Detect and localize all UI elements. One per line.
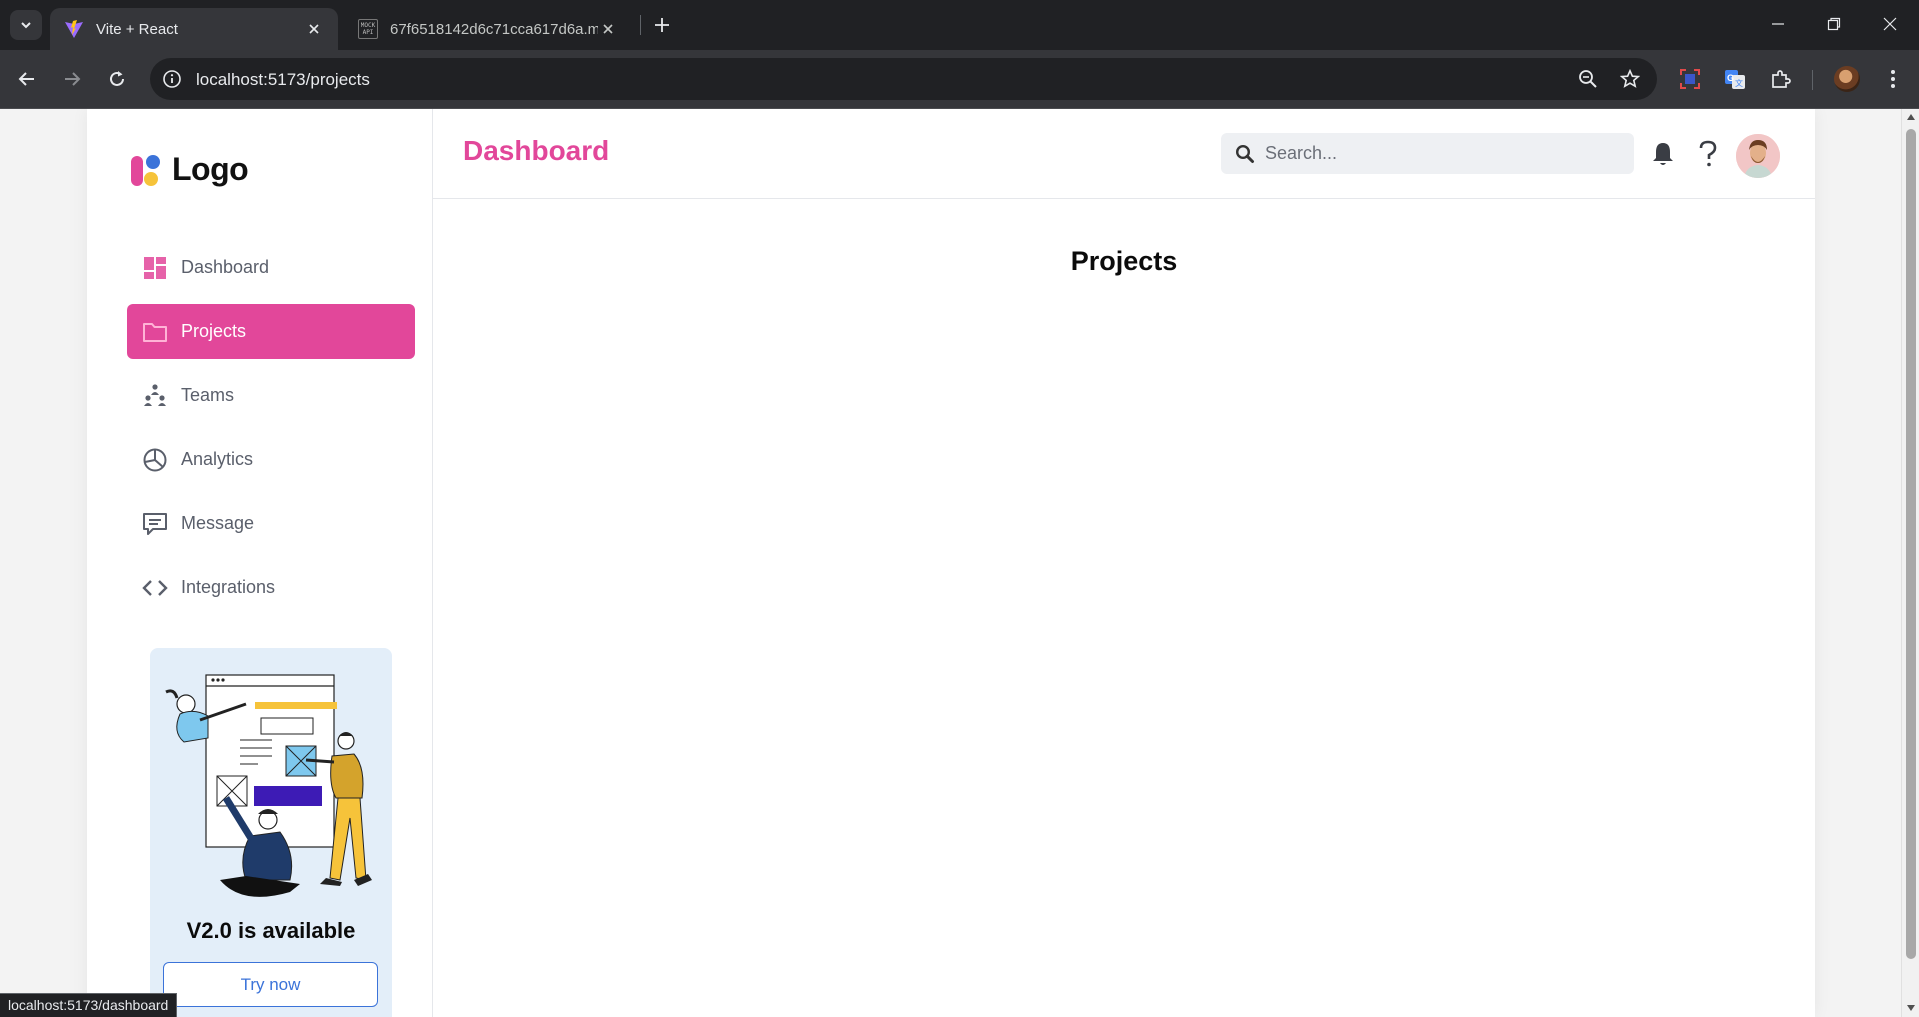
close-icon[interactable] bbox=[598, 19, 618, 39]
screen-capture-extension-icon[interactable] bbox=[1677, 66, 1703, 92]
reload-button[interactable] bbox=[100, 62, 134, 96]
page-scrollbar[interactable] bbox=[1901, 109, 1919, 1017]
restore-icon bbox=[1827, 17, 1841, 31]
scrollbar-thumb[interactable] bbox=[1906, 129, 1916, 959]
zoom-icon[interactable] bbox=[1576, 67, 1600, 91]
logo[interactable]: Logo bbox=[130, 151, 249, 188]
scroll-up-arrow-icon[interactable] bbox=[1907, 114, 1915, 120]
google-translate-icon[interactable]: G文 bbox=[1722, 66, 1748, 92]
back-button[interactable] bbox=[10, 62, 44, 96]
sidebar-item-integrations[interactable]: Integrations bbox=[127, 560, 415, 615]
message-icon bbox=[142, 511, 168, 537]
help-icon[interactable] bbox=[1693, 139, 1723, 169]
reload-icon bbox=[110, 71, 124, 86]
pie-chart-icon bbox=[142, 447, 168, 473]
promo-title: V2.0 is available bbox=[186, 918, 356, 943]
info-icon[interactable] bbox=[162, 69, 182, 89]
page-viewport: Logo Dashboard Projects Teams Analytics … bbox=[0, 109, 1901, 1017]
search-input[interactable] bbox=[1265, 133, 1625, 174]
close-icon[interactable] bbox=[304, 19, 324, 39]
close-window-button[interactable] bbox=[1862, 0, 1918, 48]
browser-tab-active[interactable]: Vite + React bbox=[50, 8, 338, 50]
arrow-right-icon bbox=[65, 72, 81, 86]
url-text[interactable]: localhost:5173/projects bbox=[196, 70, 370, 90]
scroll-down-arrow-icon[interactable] bbox=[1907, 1005, 1915, 1011]
main-heading: Projects bbox=[1070, 246, 1178, 276]
sidebar-item-dashboard[interactable]: Dashboard bbox=[127, 240, 415, 295]
collaboration-illustration bbox=[165, 674, 372, 897]
extensions-puzzle-icon[interactable] bbox=[1768, 66, 1794, 92]
app-container: Logo Dashboard Projects Teams Analytics … bbox=[87, 109, 1815, 1017]
browser-toolbar: localhost:5173/projects G文 bbox=[0, 50, 1919, 109]
search-icon bbox=[1235, 144, 1254, 163]
tab-divider bbox=[640, 15, 641, 35]
sidebar-item-label: Analytics bbox=[181, 449, 254, 469]
tab-title: Vite + React bbox=[96, 20, 178, 38]
dashboard-icon bbox=[142, 255, 168, 281]
sidebar-item-label: Dashboard bbox=[181, 257, 270, 277]
upgrade-promo-card: V2.0 is available Try now bbox=[150, 648, 392, 1017]
top-header: Dashboard bbox=[433, 109, 1815, 199]
plus-icon bbox=[655, 18, 669, 32]
tab-title: 67f6518142d6c71cca617d6a.mo bbox=[390, 20, 598, 38]
user-avatar[interactable] bbox=[1736, 134, 1780, 178]
try-now-button[interactable]: Try now bbox=[163, 962, 378, 1007]
link-status-bubble: localhost:5173/dashboard bbox=[0, 993, 178, 1017]
forward-button[interactable] bbox=[55, 62, 89, 96]
browser-tab-bar: Vite + React MOCK API 67f6518142d6c71cca6… bbox=[0, 0, 1919, 50]
sidebar-item-label: Message bbox=[181, 513, 255, 533]
search-box[interactable] bbox=[1221, 133, 1634, 174]
sidebar-item-projects[interactable]: Projects bbox=[127, 304, 415, 359]
bookmark-star-icon[interactable] bbox=[1618, 67, 1642, 91]
logo-text: Logo bbox=[172, 151, 249, 187]
chevron-down-icon bbox=[21, 22, 31, 29]
arrow-left-icon bbox=[18, 72, 34, 86]
address-bar[interactable]: localhost:5173/projects bbox=[150, 58, 1657, 100]
sidebar-item-analytics[interactable]: Analytics bbox=[127, 432, 415, 487]
page-title: Dashboard bbox=[463, 135, 610, 166]
svg-text:G: G bbox=[1727, 73, 1734, 83]
mockapi-favicon-icon: MOCK API bbox=[358, 19, 378, 39]
notification-bell-icon[interactable] bbox=[1648, 139, 1678, 169]
minimize-button[interactable] bbox=[1750, 0, 1806, 48]
sidebar-nav: Dashboard Projects Teams Analytics Messa… bbox=[127, 240, 415, 624]
tab-search-button[interactable] bbox=[10, 10, 42, 40]
vite-logo-icon bbox=[65, 20, 83, 38]
sidebar-item-label: Teams bbox=[181, 385, 235, 405]
sidebar-item-message[interactable]: Message bbox=[127, 496, 415, 551]
minimize-icon bbox=[1772, 23, 1784, 25]
new-tab-button[interactable] bbox=[648, 11, 676, 39]
code-icon bbox=[142, 575, 168, 601]
browser-tab-inactive[interactable]: MOCK API 67f6518142d6c71cca617d6a.mo bbox=[344, 8, 632, 50]
profile-avatar[interactable] bbox=[1834, 66, 1860, 92]
folder-icon bbox=[142, 319, 168, 345]
more-menu-icon[interactable] bbox=[1880, 66, 1906, 92]
sidebar-item-label: Projects bbox=[181, 321, 247, 341]
restore-button[interactable] bbox=[1806, 0, 1862, 48]
sidebar-item-teams[interactable]: Teams bbox=[127, 368, 415, 423]
toolbar-divider bbox=[1812, 70, 1813, 90]
svg-text:文: 文 bbox=[1735, 78, 1743, 88]
teams-icon bbox=[142, 383, 168, 409]
logo-mark-icon bbox=[131, 154, 160, 186]
sidebar: Logo Dashboard Projects Teams Analytics … bbox=[87, 109, 433, 1017]
close-icon bbox=[1883, 17, 1897, 31]
sidebar-item-label: Integrations bbox=[181, 577, 276, 597]
